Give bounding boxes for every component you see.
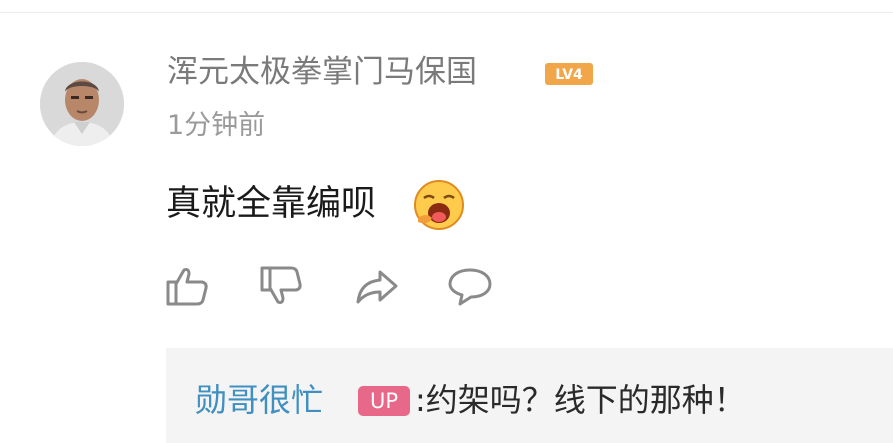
level-badge: LV4 [545, 63, 593, 85]
top-divider [0, 0, 893, 13]
speech-bubble-icon[interactable] [446, 262, 494, 310]
comment-username[interactable]: 浑元太极拳掌门马保国 [167, 50, 477, 94]
reply-text: :约架吗？线下的那种！ [415, 381, 746, 419]
level-label: LV4 [555, 67, 583, 83]
thumbs-up-icon[interactable] [164, 262, 212, 310]
comment-text: 真就全靠编呗 [166, 184, 377, 224]
comment-timestamp: 1分钟前 [167, 110, 266, 141]
tired-yawn-emoji [414, 180, 464, 230]
up-badge: UP [358, 386, 410, 416]
thumbs-down-icon[interactable] [258, 262, 306, 310]
user-avatar[interactable] [40, 62, 124, 146]
reply-author[interactable]: 勋哥很忙 [195, 376, 323, 424]
share-arrow-icon[interactable] [352, 262, 400, 310]
